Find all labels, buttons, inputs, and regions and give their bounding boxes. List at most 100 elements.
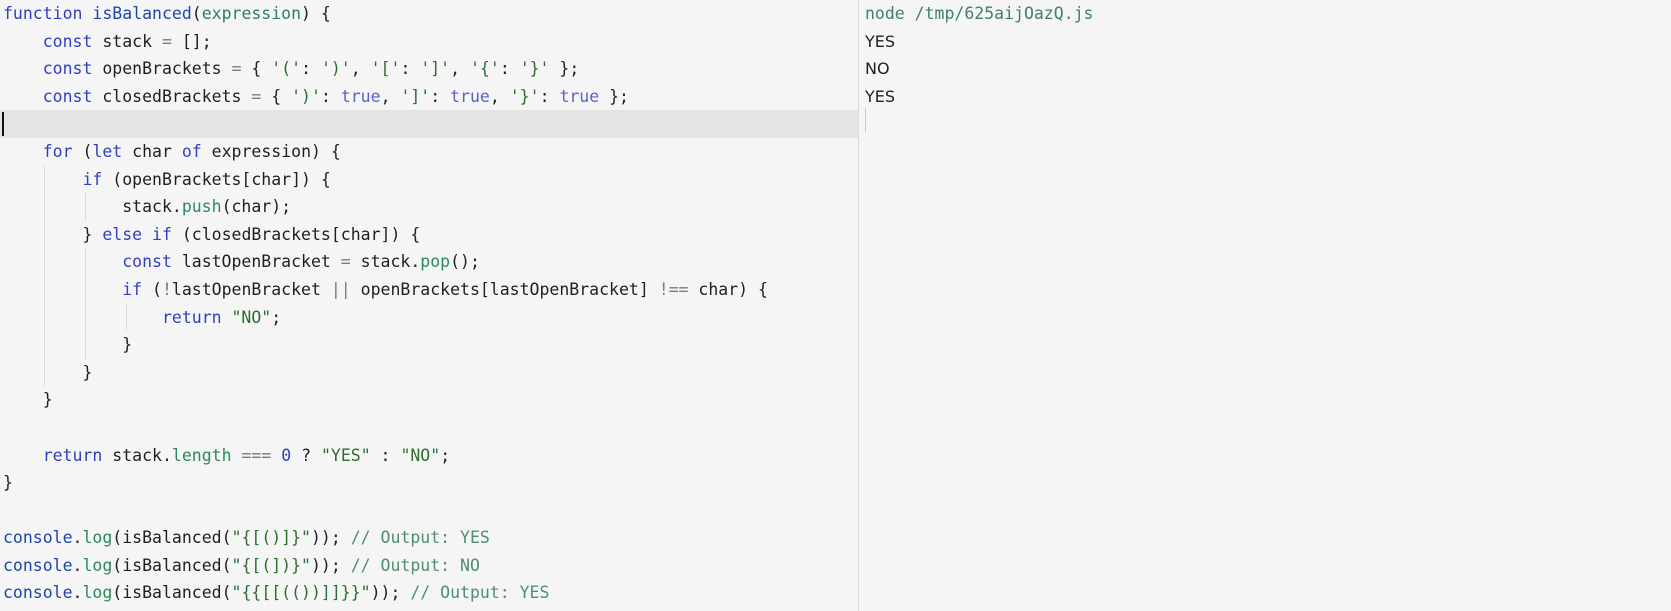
code-line-4[interactable]: const closedBrackets = { ')': true, ']':… [0, 83, 858, 111]
code-line-1[interactable]: function isBalanced(expression) { [0, 0, 858, 28]
token: const [42, 86, 93, 106]
token: '{' [470, 59, 500, 79]
token: ; [440, 445, 451, 465]
indent-guide [44, 193, 45, 221]
code-line-13[interactable]: } [0, 331, 858, 359]
token: )); [370, 583, 401, 603]
token: = [161, 31, 172, 51]
code-line-10[interactable]: const lastOpenBracket = stack.pop(); [0, 248, 858, 276]
token: const [42, 31, 93, 51]
token: (isBalanced( [112, 528, 232, 548]
token: "NO" [400, 445, 441, 465]
token: || [330, 279, 351, 299]
token: ? [291, 445, 321, 465]
token: char [122, 141, 182, 161]
token: '[' [370, 59, 401, 79]
token: stack [92, 31, 162, 51]
indent-guide [44, 165, 45, 194]
token: log [82, 555, 113, 575]
token: (openBrackets[char]) { [102, 169, 331, 189]
output-result-2: NO [865, 59, 890, 79]
code-line-3[interactable]: const openBrackets = { '(': ')', '[': ']… [0, 55, 858, 83]
token: else [102, 224, 143, 244]
output-result-3: YES [865, 86, 896, 106]
token: !== [658, 279, 689, 299]
token: return [161, 307, 222, 327]
token: : [301, 59, 321, 79]
indent-guide [44, 358, 45, 387]
code-line-22[interactable]: console.log(isBalanced("{{[[(())]]}}"));… [0, 579, 858, 607]
code-line-11[interactable]: if (!lastOpenBracket || openBrackets[las… [0, 275, 858, 304]
code-line-16[interactable] [0, 414, 858, 442]
indent-guide [85, 275, 86, 304]
code-line-8[interactable]: stack.push(char); [0, 193, 858, 221]
token: console [3, 555, 73, 575]
token: "NO" [231, 307, 272, 327]
token: , [380, 86, 401, 106]
code-line-21[interactable]: console.log(isBalanced("{[(])}")); // Ou… [0, 552, 858, 580]
token: if [152, 224, 172, 244]
token: (); [450, 252, 480, 272]
code-line-2[interactable]: const stack = []; [0, 28, 858, 56]
token: )); [311, 555, 341, 575]
token: log [82, 528, 113, 548]
token: ')' [291, 86, 321, 106]
token: lastOpenBracket [171, 252, 341, 272]
token: } [3, 335, 133, 355]
code-line-6[interactable]: for (let char of expression) { [0, 138, 858, 166]
code-line-5-current[interactable] [0, 110, 858, 138]
token: = [251, 86, 262, 106]
output-console[interactable]: node /tmp/625aijOazQ.js YES NO YES [859, 0, 1671, 611]
token: stack. [3, 197, 182, 217]
token: closedBrackets [92, 86, 252, 106]
token: : [320, 86, 341, 106]
code-line-7[interactable]: if (openBrackets[char]) { [0, 165, 858, 194]
indent-guide [44, 248, 45, 276]
token: ']' [420, 59, 451, 79]
token: function [3, 4, 83, 23]
token: : [400, 59, 421, 79]
code-line-19[interactable] [0, 497, 858, 525]
code-line-15[interactable]: } [0, 386, 858, 414]
token: , [489, 86, 510, 106]
code-line-12[interactable]: return "NO"; [0, 303, 858, 332]
indent-guide [44, 275, 45, 304]
token: } [3, 473, 13, 493]
token: = [231, 59, 242, 79]
token: } [3, 224, 103, 244]
token: if [82, 169, 103, 189]
token: '(' [271, 59, 302, 79]
token: ) { [301, 4, 331, 23]
code-line-17[interactable]: return stack.length === 0 ? "YES" : "NO"… [0, 442, 858, 470]
token: } [3, 362, 93, 382]
token: openBrackets[lastOpenBracket] [350, 279, 659, 299]
token: true [559, 86, 600, 106]
code-line-14[interactable]: } [0, 358, 858, 387]
token: length [171, 445, 232, 465]
code-line-18[interactable]: } [0, 469, 858, 497]
token: ; [271, 307, 282, 327]
code-editor[interactable]: function isBalanced(expression) { const … [0, 0, 858, 611]
token: === [241, 445, 272, 465]
token: = [340, 252, 351, 272]
token: for [42, 141, 73, 161]
code-line-20[interactable]: console.log(isBalanced("{[()]}")); // Ou… [0, 524, 858, 552]
token: }; [599, 86, 629, 106]
token: const [42, 59, 93, 79]
token: '}' [519, 59, 550, 79]
token: : [539, 86, 560, 106]
token: ! [161, 279, 172, 299]
token: . [72, 555, 83, 575]
token: : [499, 59, 520, 79]
token: } [3, 390, 53, 410]
indent-guide [126, 303, 127, 332]
code-line-9[interactable]: } else if (closedBrackets[char]) { [0, 220, 858, 249]
